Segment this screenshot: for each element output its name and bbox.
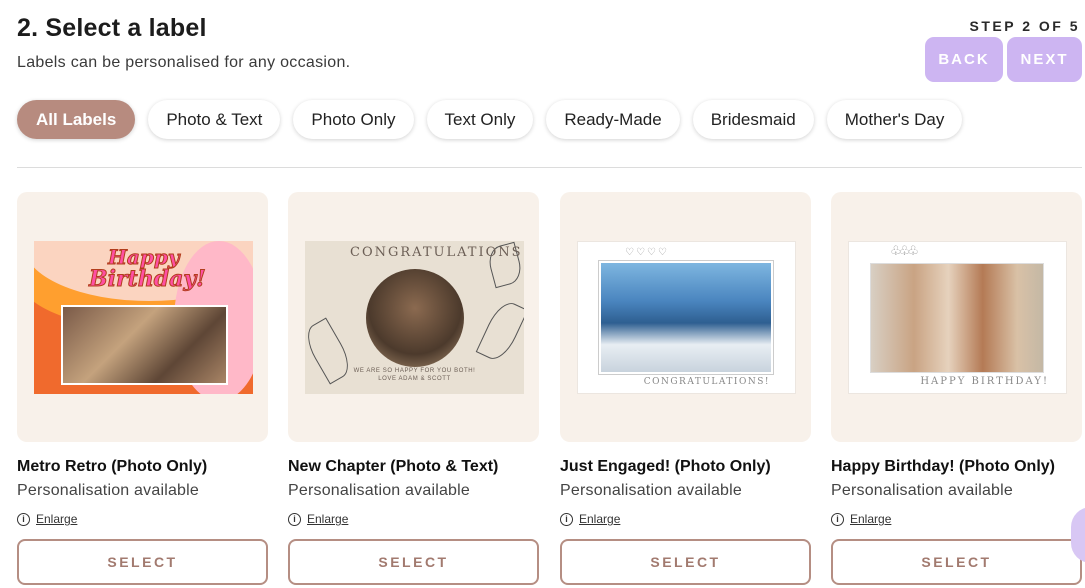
info-icon: i <box>288 512 301 526</box>
select-button[interactable]: SELECT <box>17 539 268 585</box>
label-card-just-engaged: ♡♡♡♡ CONGRATULATIONS! Just Engaged! (Pho… <box>560 192 812 585</box>
card-title: New Chapter (Photo & Text) <box>288 458 499 475</box>
label-thumbnail[interactable]: Happy Birthday! <box>17 192 268 442</box>
balloons-decoration: ♧♧♧ <box>890 243 919 258</box>
hearts-decoration: ♡♡♡♡ <box>625 247 669 258</box>
label-photo <box>870 263 1044 373</box>
label-photo <box>366 269 464 367</box>
label-thumbnail[interactable]: ♧♧♧ HAPPY BIRTHDAY! <box>831 192 1082 442</box>
enlarge-link[interactable]: i Enlarge <box>560 512 812 526</box>
label-art-text: CONGRATULATIONS <box>350 245 523 260</box>
enlarge-label: Enlarge <box>307 512 349 526</box>
label-preview-image: Happy Birthday! <box>34 241 253 394</box>
label-card-new-chapter: CONGRATULATIONS WE ARE SO HAPPY FOR YOU … <box>288 192 540 585</box>
select-button[interactable]: SELECT <box>560 539 811 585</box>
filter-bridesmaid[interactable]: Bridesmaid <box>692 100 814 139</box>
label-thumbnail[interactable]: ♡♡♡♡ CONGRATULATIONS! <box>560 192 811 442</box>
info-icon: i <box>831 512 844 526</box>
info-icon: i <box>17 512 30 526</box>
card-subtitle: Personalisation available <box>560 482 742 499</box>
select-button[interactable]: SELECT <box>288 539 539 585</box>
filter-text-only[interactable]: Text Only <box>426 100 534 139</box>
card-subtitle: Personalisation available <box>17 482 199 499</box>
label-preview-image: ♧♧♧ HAPPY BIRTHDAY! <box>848 241 1067 394</box>
next-button[interactable]: NEXT <box>1007 37 1082 82</box>
label-card-happy-birthday: ♧♧♧ HAPPY BIRTHDAY! Happy Birthday! (Pho… <box>831 192 1083 585</box>
enlarge-link[interactable]: i Enlarge <box>288 512 540 526</box>
filter-ready-made[interactable]: Ready-Made <box>546 100 680 139</box>
card-title: Just Engaged! (Photo Only) <box>560 458 771 475</box>
label-art-footer: WE ARE SO HAPPY FOR YOU BOTH! LOVE ADAM … <box>305 367 524 383</box>
step-indicator: STEP 2 OF 5 <box>969 18 1080 34</box>
enlarge-label: Enlarge <box>36 512 78 526</box>
select-button[interactable]: SELECT <box>831 539 1082 585</box>
label-card-metro-retro: Happy Birthday! Metro Retro (Photo Only)… <box>17 192 269 585</box>
enlarge-link[interactable]: i Enlarge <box>831 512 1083 526</box>
filter-photo-only[interactable]: Photo Only <box>293 100 414 139</box>
divider <box>17 167 1082 168</box>
card-subtitle: Personalisation available <box>831 482 1013 499</box>
label-preview-image: CONGRATULATIONS WE ARE SO HAPPY FOR YOU … <box>305 241 524 394</box>
label-art-text: CONGRATULATIONS! <box>643 377 770 387</box>
enlarge-link[interactable]: i Enlarge <box>17 512 269 526</box>
page-subtitle: Labels can be personalised for any occas… <box>17 54 351 71</box>
label-art-text: WE ARE SO HAPPY FOR YOU BOTH! <box>353 368 476 374</box>
label-photo <box>61 305 228 385</box>
page-title: 2. Select a label <box>17 14 207 42</box>
enlarge-label: Enlarge <box>850 512 892 526</box>
filter-photo-text[interactable]: Photo & Text <box>148 100 281 139</box>
back-button[interactable]: BACK <box>925 37 1003 82</box>
filter-all-labels[interactable]: All Labels <box>17 100 136 139</box>
label-art-text: HAPPY BIRTHDAY! <box>920 376 1049 387</box>
label-preview-image: ♡♡♡♡ CONGRATULATIONS! <box>577 241 796 394</box>
card-title: Happy Birthday! (Photo Only) <box>831 458 1055 475</box>
label-photo <box>599 261 773 374</box>
info-icon: i <box>560 512 573 526</box>
card-title: Metro Retro (Photo Only) <box>17 458 208 475</box>
enlarge-label: Enlarge <box>579 512 621 526</box>
card-subtitle: Personalisation available <box>288 482 470 499</box>
label-thumbnail[interactable]: CONGRATULATIONS WE ARE SO HAPPY FOR YOU … <box>288 192 539 442</box>
filter-mothers-day[interactable]: Mother's Day <box>826 100 963 139</box>
label-art-text: Birthday! <box>89 266 207 293</box>
filter-bar: All Labels Photo & Text Photo Only Text … <box>17 100 963 139</box>
label-art-text: LOVE ADAM & SCOTT <box>378 376 451 382</box>
